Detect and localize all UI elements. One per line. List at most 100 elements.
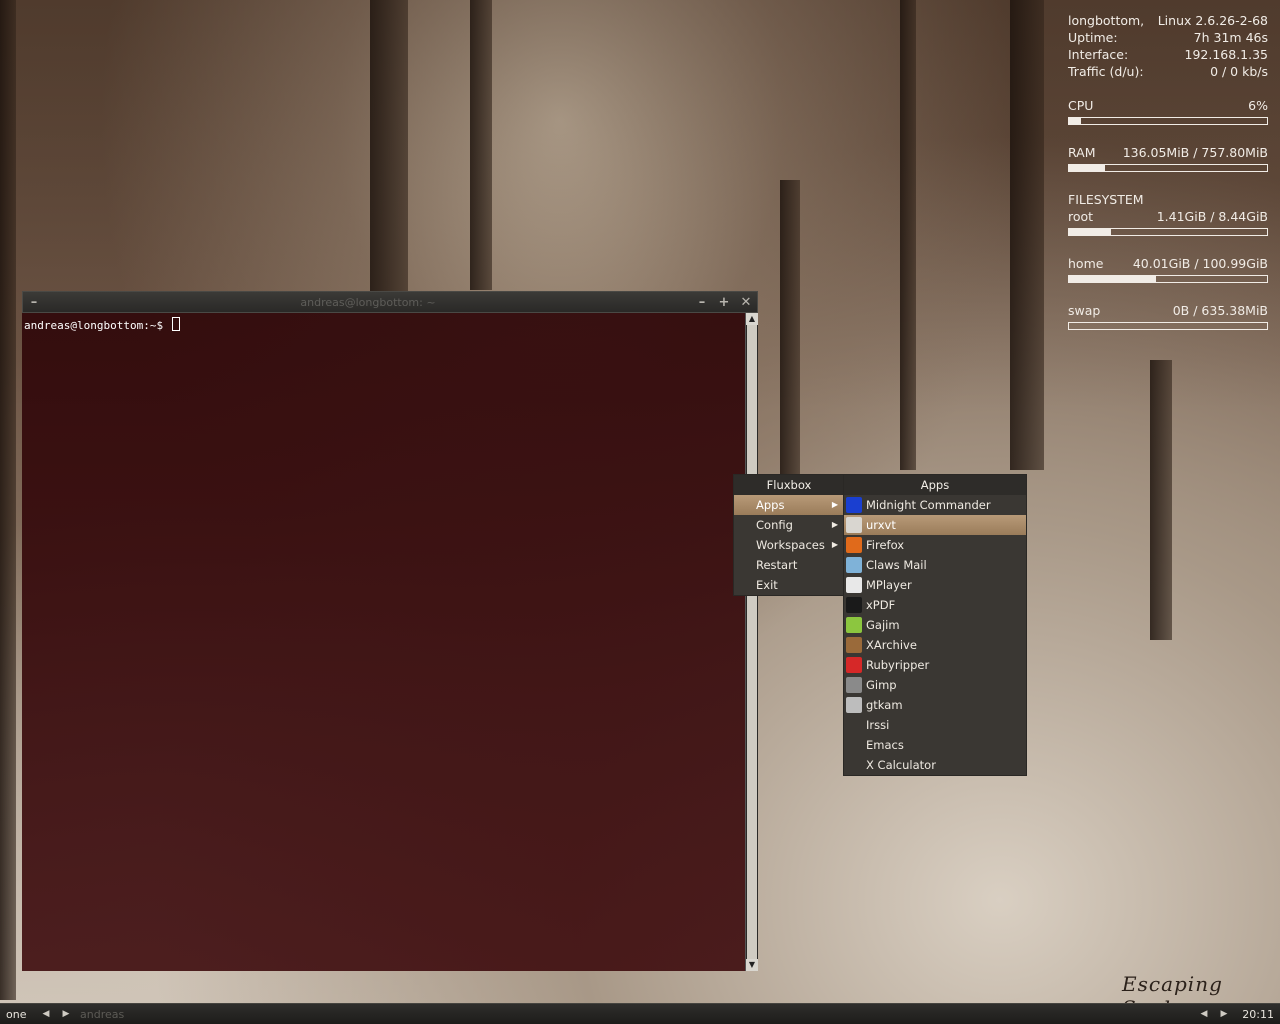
interface-row: Interface: 192.168.1.35 — [1068, 46, 1268, 63]
apps-menu-item-claws-mail[interactable]: Claws Mail — [844, 555, 1026, 575]
root-label: root — [1068, 209, 1094, 224]
prev-workspace-icon[interactable]: ◀ — [36, 1009, 56, 1019]
wallpaper-tree — [780, 180, 800, 480]
wallpaper-tree — [1150, 360, 1172, 640]
uptime-label: Uptime: — [1068, 30, 1118, 45]
shell-prompt: andreas@longbottom:~$ — [24, 319, 164, 332]
swap-value: 0B / 635.38MiB — [1172, 303, 1268, 318]
claws-mail-icon — [846, 557, 862, 573]
hostname: longbottom, — [1068, 13, 1145, 28]
scroll-down-icon[interactable]: ▼ — [746, 959, 758, 971]
root-menu-title: Fluxbox — [734, 475, 844, 495]
root-row: root 1.41GiB / 8.44GiB — [1068, 208, 1268, 225]
clock: 20:11 — [1242, 1007, 1274, 1021]
terminal-icon — [846, 517, 862, 533]
hostname-row: longbottom, Linux 2.6.26-2-68 — [1068, 12, 1268, 29]
rubyripper-icon — [846, 657, 862, 673]
taskbar: one ◀ ▶ andreas ◀ ▶ 20:11 — [0, 1003, 1280, 1024]
gajim-icon — [846, 617, 862, 633]
apps-menu-item-irssi[interactable]: Irssi — [844, 715, 1026, 735]
window-menu-button[interactable]: – — [23, 295, 45, 310]
conky-monitor: longbottom, Linux 2.6.26-2-68 Uptime: 7h… — [1068, 12, 1268, 332]
next-window-icon[interactable]: ▶ — [1214, 1009, 1234, 1019]
swap-label: swap — [1068, 303, 1101, 318]
window-title: andreas@longbottom: ~ — [300, 295, 436, 309]
scrollbar-thumb[interactable] — [747, 325, 757, 959]
apps-menu-item-rubyripper[interactable]: Rubyripper — [844, 655, 1026, 675]
cpu-label: CPU — [1068, 98, 1094, 113]
filesystem-heading: FILESYSTEM — [1068, 192, 1144, 207]
wallpaper-tree — [0, 0, 16, 1000]
wallpaper-tree — [370, 0, 408, 300]
root-menu-item-apps[interactable]: Apps ▶ — [734, 495, 844, 515]
swap-row: swap 0B / 635.38MiB — [1068, 302, 1268, 319]
apps-menu-item-emacs[interactable]: Emacs — [844, 735, 1026, 755]
wallpaper-tree — [470, 0, 492, 290]
home-value: 40.01GiB / 100.99GiB — [1132, 256, 1268, 271]
uptime-value: 7h 31m 46s — [1193, 30, 1268, 45]
submenu-arrow-icon: ▶ — [831, 520, 838, 529]
xarchive-icon — [846, 637, 862, 653]
apps-menu-item-x-calculator[interactable]: X Calculator — [844, 755, 1026, 775]
apps-menu-item-xarchive[interactable]: XArchive — [844, 635, 1026, 655]
apps-menu-item-xpdf[interactable]: xPDF — [844, 595, 1026, 615]
terminal-scrollbar[interactable]: ▲ ▼ — [745, 313, 758, 971]
apps-menu-item-urxvt[interactable]: urxvt — [844, 515, 1026, 535]
home-bar — [1068, 275, 1268, 283]
interface-label: Interface: — [1068, 47, 1129, 62]
prev-window-icon[interactable]: ◀ — [1194, 1009, 1214, 1019]
apps-menu-title: Apps — [844, 475, 1026, 495]
kernel-version: Linux 2.6.26-2-68 — [1157, 13, 1268, 28]
root-menu-item-exit[interactable]: Exit — [734, 575, 844, 595]
root-menu-item-config[interactable]: Config ▶ — [734, 515, 844, 535]
apps-submenu: Apps Midnight Commander urxvt Firefox Claws… — [844, 475, 1026, 775]
xpdf-icon — [846, 597, 862, 613]
cpu-bar — [1068, 117, 1268, 125]
apps-menu-item-gimp[interactable]: Gimp — [844, 675, 1026, 695]
gtkam-icon — [846, 697, 862, 713]
interface-value: 192.168.1.35 — [1184, 47, 1269, 62]
scroll-up-icon[interactable]: ▲ — [746, 313, 758, 325]
terminal-window[interactable]: – andreas@longbottom: ~ – + ✕ andreas@lo… — [22, 291, 758, 971]
cpu-value: 6% — [1248, 98, 1268, 113]
cpu-row: CPU 6% — [1068, 97, 1268, 114]
next-workspace-icon[interactable]: ▶ — [56, 1009, 76, 1019]
home-row: home 40.01GiB / 100.99GiB — [1068, 255, 1268, 272]
ram-row: RAM 136.05MiB / 757.80MiB — [1068, 144, 1268, 161]
ram-bar — [1068, 164, 1268, 172]
swap-bar — [1068, 322, 1268, 330]
submenu-arrow-icon: ▶ — [831, 500, 838, 509]
apps-menu-item-firefox[interactable]: Firefox — [844, 535, 1026, 555]
traffic-row: Traffic (d/u): 0 / 0 kb/s — [1068, 63, 1268, 80]
mplayer-icon — [846, 577, 862, 593]
apps-menu-item-gajim[interactable]: Gajim — [844, 615, 1026, 635]
home-label: home — [1068, 256, 1104, 271]
wallpaper-tree — [900, 0, 916, 470]
wallpaper-tree — [1010, 0, 1044, 470]
close-button[interactable]: ✕ — [735, 295, 757, 310]
gimp-icon — [846, 677, 862, 693]
traffic-value: 0 / 0 kb/s — [1210, 64, 1268, 79]
root-menu-item-workspaces[interactable]: Workspaces ▶ — [734, 535, 844, 555]
root-menu-item-restart[interactable]: Restart — [734, 555, 844, 575]
maximize-button[interactable]: + — [713, 295, 735, 310]
window-titlebar[interactable]: – andreas@longbottom: ~ – + ✕ — [22, 291, 758, 313]
text-cursor — [171, 317, 180, 331]
apps-menu-item-mplayer[interactable]: MPlayer — [844, 575, 1026, 595]
ram-value: 136.05MiB / 757.80MiB — [1122, 145, 1268, 160]
apps-menu-item-gtkam[interactable]: gtkam — [844, 695, 1026, 715]
uptime-row: Uptime: 7h 31m 46s — [1068, 29, 1268, 46]
midnight-commander-icon — [846, 497, 862, 513]
taskbar-task[interactable]: andreas — [76, 1008, 1194, 1021]
firefox-icon — [846, 537, 862, 553]
traffic-label: Traffic (d/u): — [1068, 64, 1144, 79]
root-value: 1.41GiB / 8.44GiB — [1156, 209, 1268, 224]
apps-menu-item-midnight-commander[interactable]: Midnight Commander — [844, 495, 1026, 515]
submenu-arrow-icon: ▶ — [831, 540, 838, 549]
root-bar — [1068, 228, 1268, 236]
minimize-button[interactable]: – — [691, 295, 713, 310]
ram-label: RAM — [1068, 145, 1096, 160]
terminal-body[interactable]: andreas@longbottom:~$ — [22, 313, 746, 971]
workspace-name[interactable]: one — [0, 1008, 36, 1021]
fluxbox-root-menu: Fluxbox Apps ▶ Config ▶ Workspaces ▶ Restart Ex… — [734, 475, 844, 595]
